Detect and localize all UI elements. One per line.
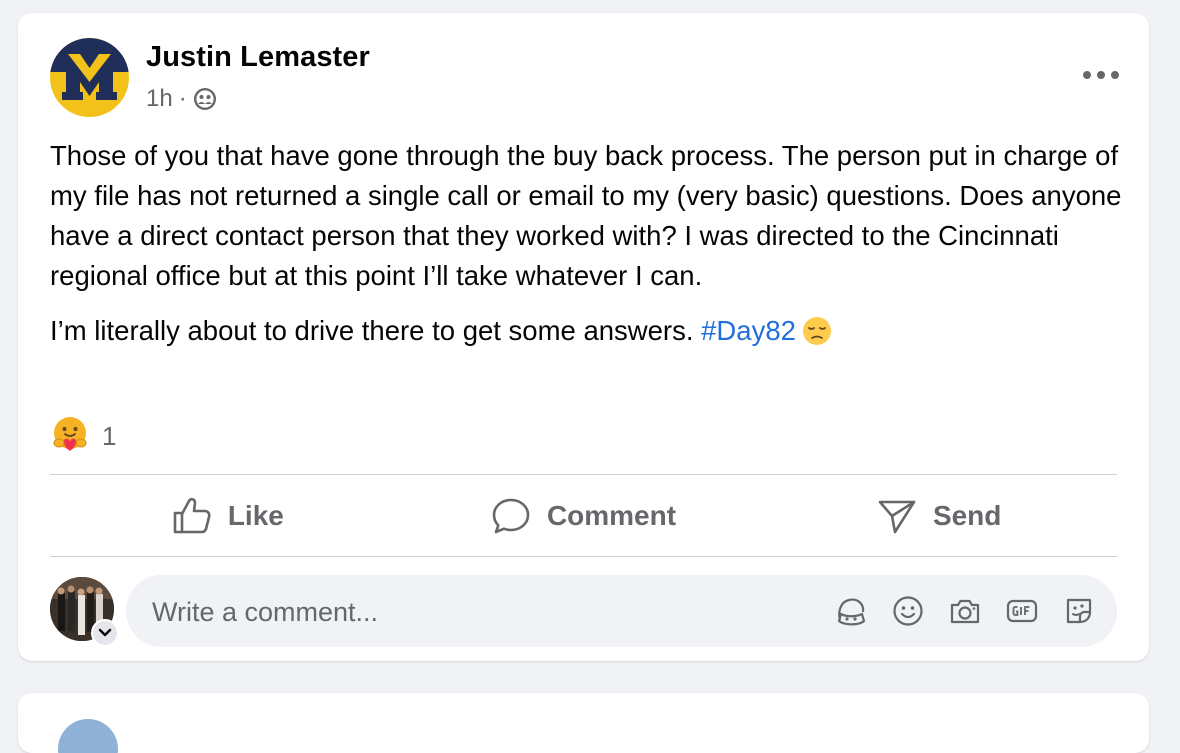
like-button[interactable]: Like (50, 477, 406, 555)
author-avatar[interactable] (50, 38, 129, 117)
care-reaction-icon (51, 415, 89, 458)
next-post-card (18, 693, 1149, 753)
reaction-summary[interactable]: 1 (51, 415, 116, 458)
author-name[interactable]: Justin Lemaster (146, 41, 370, 74)
post-meta: 1h · (146, 85, 217, 113)
avatar-sticker-icon[interactable] (833, 593, 869, 629)
block-m-logo-icon (50, 38, 129, 117)
comment-bubble-icon (492, 498, 530, 534)
camera-icon[interactable] (947, 593, 983, 629)
comment-input[interactable] (150, 575, 794, 649)
thumbs-up-icon (173, 497, 211, 534)
send-button[interactable]: Send (761, 477, 1117, 555)
meta-separator: · (178, 85, 187, 112)
chevron-down-icon[interactable] (91, 619, 119, 647)
post-paragraph-last: I’m literally about to drive there to ge… (50, 311, 1125, 357)
post-paragraph-text: I’m literally about to drive there to ge… (50, 315, 702, 346)
next-post-avatar[interactable] (58, 719, 118, 753)
divider-top (50, 474, 1117, 475)
comment-tools (812, 593, 1097, 629)
post-body: Those of you that have gone through the … (50, 136, 1125, 357)
divider-bottom (50, 556, 1117, 557)
pensive-face-emoji (802, 316, 832, 357)
reaction-count: 1 (102, 421, 117, 451)
gif-icon[interactable] (1004, 593, 1040, 629)
post-paragraph: Those of you that have gone through the … (50, 140, 1122, 291)
post-time[interactable]: 1h (146, 85, 173, 113)
send-label: Send (932, 500, 1002, 531)
post-card: Justin Lemaster 1h · Those of you that h… (18, 13, 1149, 661)
hashtag-link[interactable]: #Day82 (701, 315, 796, 346)
comment-button[interactable]: Comment (406, 477, 762, 555)
sticker-icon[interactable] (1061, 593, 1097, 629)
send-arrow-icon (878, 500, 916, 534)
comment-input-container[interactable] (126, 575, 1117, 649)
like-label: Like (227, 500, 284, 531)
friends-icon[interactable] (193, 87, 217, 111)
comment-composer (50, 575, 1117, 649)
comment-label: Comment (546, 500, 677, 531)
emoji-icon[interactable] (890, 593, 926, 629)
post-actions: Like Comment Send (50, 477, 1117, 555)
more-options-icon[interactable] (1083, 65, 1119, 85)
